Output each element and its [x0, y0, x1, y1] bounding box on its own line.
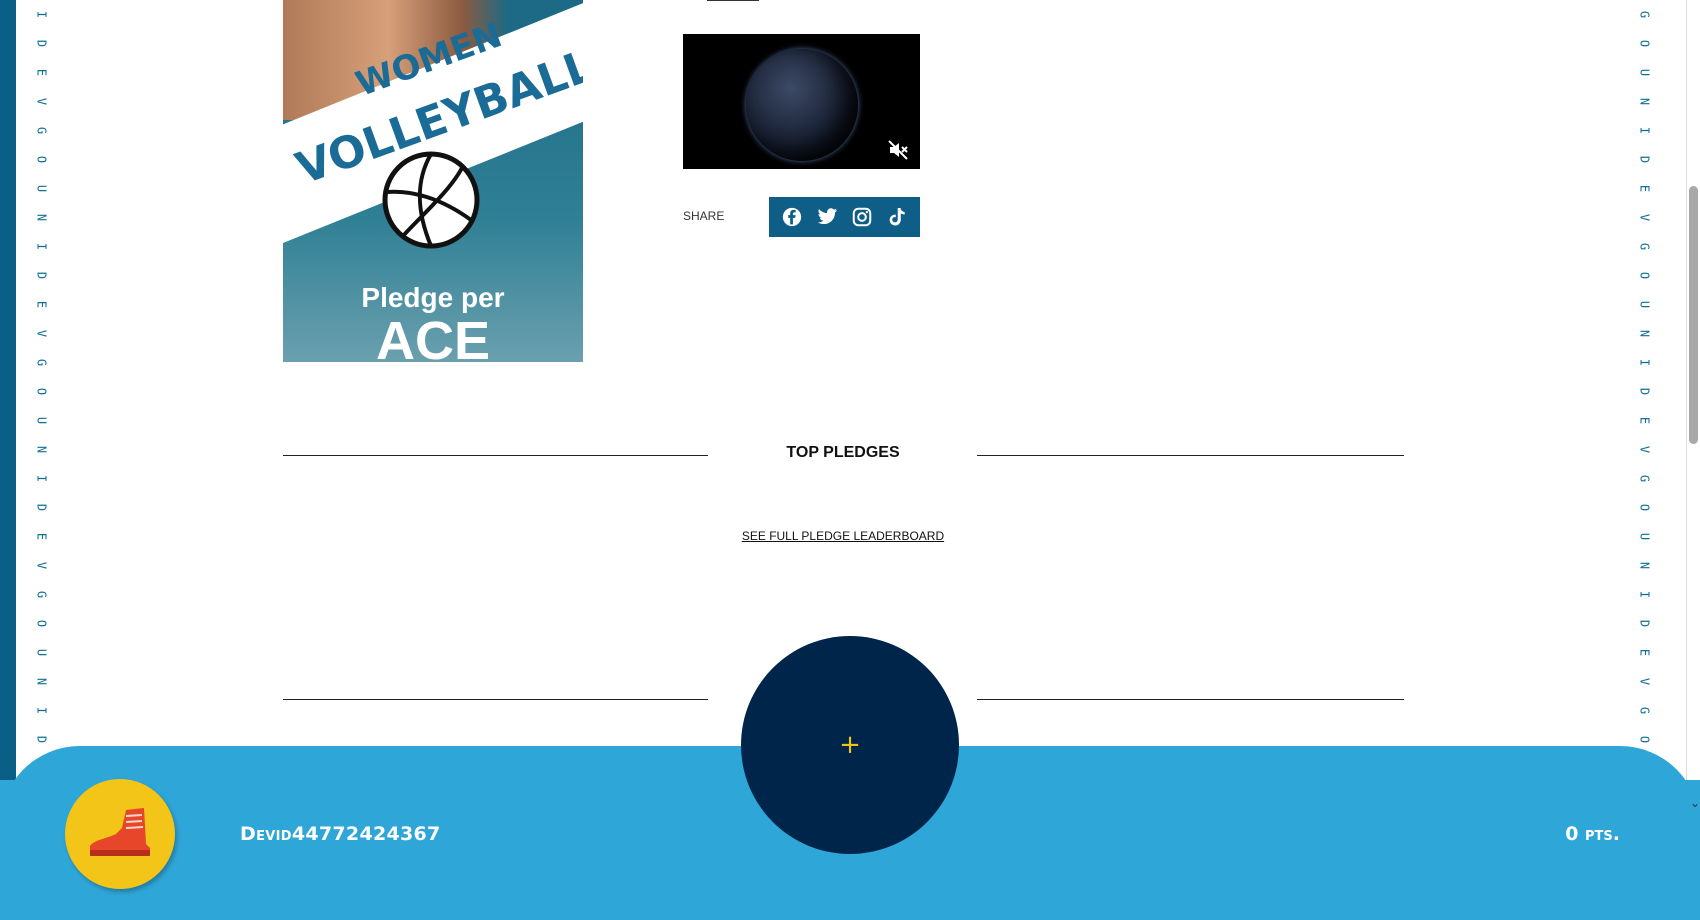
side-letter: V	[34, 561, 49, 570]
side-letter: U	[1637, 68, 1652, 77]
side-letter: G	[1637, 474, 1652, 483]
side-letter: I	[34, 706, 49, 715]
side-letter: N	[1637, 561, 1652, 570]
side-letter: V	[34, 97, 49, 106]
boot-icon	[90, 808, 150, 856]
side-letter: V	[1637, 213, 1652, 222]
share-bar	[769, 197, 920, 237]
divider-left	[283, 455, 708, 456]
side-letter: G	[34, 126, 49, 135]
side-letter: E	[1637, 648, 1652, 657]
side-letter: I	[34, 474, 49, 483]
side-letter: D	[1637, 619, 1652, 628]
side-letter: E	[1637, 184, 1652, 193]
divider-left-lower	[283, 699, 708, 700]
side-letter: D	[1637, 387, 1652, 396]
instagram-icon[interactable]	[850, 205, 874, 229]
right-side-pattern: GOUNIDEVGOUNIDEVGOUNIDEVGO	[1629, 0, 1659, 754]
twitter-icon[interactable]	[815, 205, 839, 229]
side-letter: O	[1637, 503, 1652, 512]
side-letter: I	[1637, 126, 1652, 135]
top-partial-line	[683, 0, 920, 2]
side-letter: D	[1637, 155, 1652, 164]
chevron-down-icon: ⌄	[1689, 796, 1700, 810]
side-letter: O	[1637, 271, 1652, 280]
side-letter: G	[34, 358, 49, 367]
poster-ace-text: ACE	[375, 311, 490, 362]
side-letter: U	[34, 184, 49, 193]
side-letter: I	[34, 10, 49, 19]
side-letter: V	[1637, 445, 1652, 454]
video-player[interactable]	[683, 34, 920, 169]
share-label: SHARE	[683, 209, 725, 223]
avatar[interactable]	[65, 779, 175, 889]
campaign-poster: WOMEN VOLLEYBALL Pledge per ACE	[283, 0, 583, 362]
side-letter: D	[34, 271, 49, 280]
scrollbar-thumb[interactable]	[1689, 186, 1698, 444]
side-letter: O	[34, 155, 49, 164]
side-letter: D	[34, 39, 49, 48]
full-leaderboard-link[interactable]: SEE FULL PLEDGE LEADERBOARD	[708, 529, 978, 543]
side-letter: N	[1637, 97, 1652, 106]
side-letter: E	[34, 300, 49, 309]
points-display: 0 pts.	[1565, 823, 1620, 845]
side-letter: N	[34, 677, 49, 686]
side-letter: D	[34, 503, 49, 512]
side-letter: I	[34, 242, 49, 251]
side-letter: E	[34, 532, 49, 541]
side-letter: U	[1637, 300, 1652, 309]
side-letter: U	[34, 648, 49, 657]
volleyball-icon	[382, 151, 480, 249]
side-letter: D	[34, 735, 49, 744]
side-letter: E	[34, 68, 49, 77]
side-letter: G	[1637, 706, 1652, 715]
side-letter: V	[1637, 677, 1652, 686]
side-letter: O	[34, 619, 49, 628]
side-letter: G	[1637, 10, 1652, 19]
left-side-pattern: I D E V G O U N I D E V G O U N I D E V G O U N I D	[26, 0, 56, 754]
side-letter: E	[1637, 416, 1652, 425]
side-letter: V	[34, 329, 49, 338]
side-letter: G	[1637, 242, 1652, 251]
facebook-icon[interactable]	[780, 205, 804, 229]
side-letter: N	[1637, 329, 1652, 338]
side-letter: I	[1637, 590, 1652, 599]
add-button[interactable]: +	[741, 636, 959, 854]
username: Devid44772424367	[240, 823, 441, 845]
divider-right-lower	[977, 699, 1404, 700]
side-letter: N	[34, 213, 49, 222]
divider-right	[977, 455, 1404, 456]
side-letter: I	[1637, 358, 1652, 367]
top-pledges-title: TOP PLEDGES	[786, 444, 900, 461]
tiktok-icon[interactable]	[885, 205, 909, 229]
side-letter: U	[1637, 532, 1652, 541]
side-letter: N	[34, 445, 49, 454]
side-letter: U	[34, 416, 49, 425]
side-letter: O	[34, 387, 49, 396]
side-letter: G	[34, 590, 49, 599]
plus-icon: +	[839, 730, 861, 760]
mute-icon[interactable]	[886, 138, 910, 162]
side-letter: O	[1637, 39, 1652, 48]
earth-video-frame	[746, 49, 858, 161]
